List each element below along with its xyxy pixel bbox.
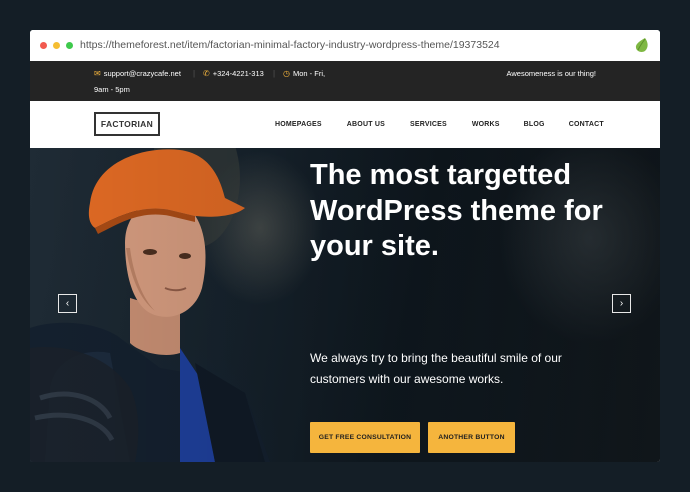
email-contact[interactable]: ✉ support@crazycafe.net xyxy=(94,69,181,78)
clock-icon: ◷ xyxy=(283,68,290,78)
close-window-dot[interactable] xyxy=(40,42,47,49)
maximize-window-dot[interactable] xyxy=(66,42,73,49)
nav-item-contact[interactable]: CONTACT xyxy=(569,121,604,128)
another-button[interactable]: ANOTHER BUTTON xyxy=(428,422,515,453)
envato-leaf-icon[interactable] xyxy=(634,37,650,54)
phone-icon: ✆ xyxy=(203,68,210,78)
hero-slider: The most targetted WordPress theme for y… xyxy=(30,148,660,462)
nav-item-about-us[interactable]: ABOUT US xyxy=(347,121,385,128)
minimize-window-dot[interactable] xyxy=(53,42,60,49)
slider-prev-arrow-icon[interactable]: ‹ xyxy=(58,294,77,313)
nav-item-works[interactable]: WORKS xyxy=(472,121,500,128)
separator: | xyxy=(193,69,196,78)
address-bar[interactable]: https://themeforest.net/item/factorian-m… xyxy=(80,39,500,51)
get-free-consultation-button[interactable]: GET FREE CONSULTATION xyxy=(310,422,420,453)
nav-item-homepages[interactable]: HOMEPAGES xyxy=(275,121,322,128)
tagline: Awesomeness is our thing! xyxy=(506,69,597,78)
nav-item-blog[interactable]: BLOG xyxy=(524,121,545,128)
hours-info-line2: 9am - 5pm xyxy=(94,85,130,94)
top-info-bar: ✉ support@crazycafe.net | ✆ +324-4221-31… xyxy=(30,61,660,101)
hero-subtitle: We always try to bring the beautiful smi… xyxy=(310,351,562,386)
hours-info: ◷ Mon - Fri, xyxy=(283,68,326,78)
separator: | xyxy=(273,69,276,78)
nav-menu: HOMEPAGES ABOUT US SERVICES WORKS BLOG C… xyxy=(275,121,604,128)
browser-chrome: https://themeforest.net/item/factorian-m… xyxy=(30,30,660,62)
phone-contact[interactable]: ✆ +324-4221-313 xyxy=(203,69,264,78)
nav-item-services[interactable]: SERVICES xyxy=(410,121,447,128)
main-navbar: FACTORIAN HOMEPAGES ABOUT US SERVICES WO… xyxy=(30,101,660,149)
browser-window: https://themeforest.net/item/factorian-m… xyxy=(30,30,660,462)
site-logo[interactable]: FACTORIAN xyxy=(94,112,160,136)
slider-next-arrow-icon[interactable]: › xyxy=(612,294,631,313)
envelope-icon: ✉ xyxy=(94,68,101,78)
hero-title: The most targetted WordPress theme for y… xyxy=(310,159,603,262)
